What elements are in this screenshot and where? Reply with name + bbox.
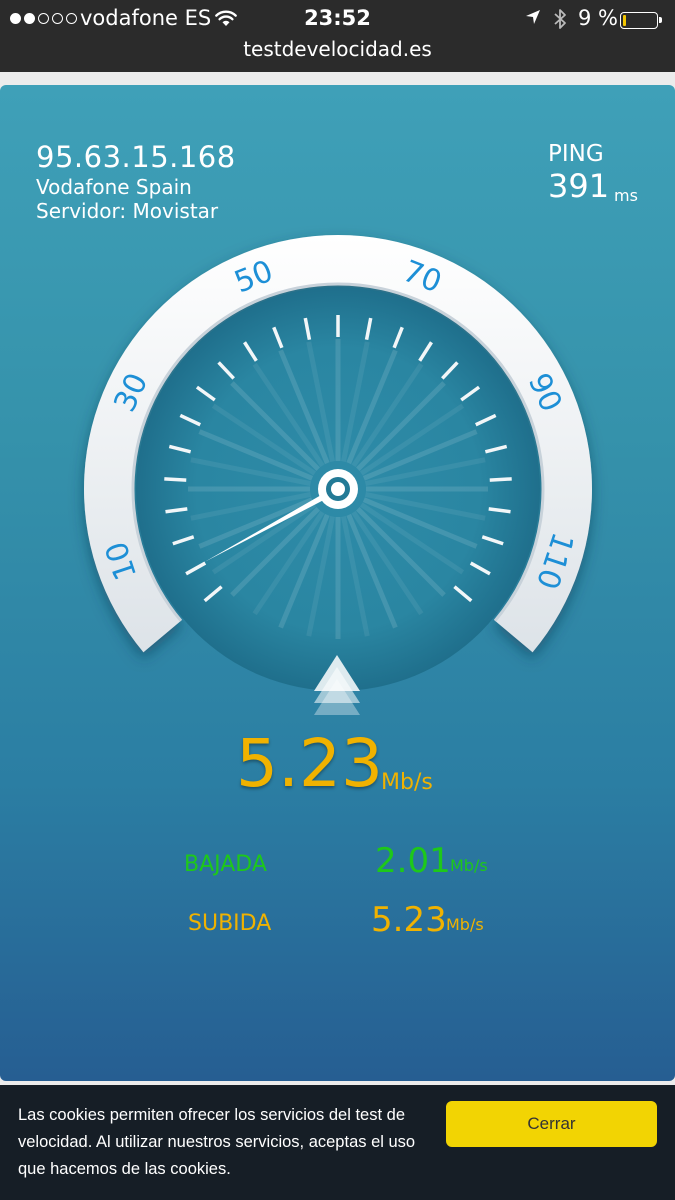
speed-test-panel: 95.63.15.168 Vodafone Spain Servidor: Mo… — [0, 85, 675, 1081]
upload-label: SUBIDA — [188, 911, 272, 936]
upload-value: 5.23 — [371, 900, 447, 940]
battery-icon — [620, 12, 662, 29]
current-speed-value: 5.23 — [236, 725, 383, 802]
cookie-banner: Las cookies permiten ofrecer los servici… — [0, 1085, 675, 1200]
upload-direction-icon — [314, 655, 360, 715]
speedometer-gauge: 103050 7090110 — [84, 234, 593, 691]
gauge-tick — [489, 477, 512, 482]
download-value: 2.01 — [375, 841, 451, 881]
close-cookie-button[interactable]: Cerrar — [446, 1101, 657, 1147]
download-unit: Mb/s — [450, 856, 488, 875]
battery-level — [623, 15, 626, 26]
upload-unit: Mb/s — [446, 915, 484, 934]
location-arrow-icon — [526, 10, 540, 24]
download-label: BAJADA — [184, 852, 267, 877]
status-bar: vodafone ES 23:52 9 % testdevelocidad.es — [0, 0, 675, 72]
battery-percentage: 9 % — [578, 6, 618, 30]
address-bar-url[interactable]: testdevelocidad.es — [0, 37, 675, 61]
gauge-tick — [164, 477, 187, 482]
cookie-message: Las cookies permiten ofrecer los servici… — [18, 1106, 416, 1178]
bluetooth-icon — [554, 9, 566, 29]
current-speed-unit: Mb/s — [381, 770, 433, 795]
clock: 23:52 — [304, 6, 371, 30]
